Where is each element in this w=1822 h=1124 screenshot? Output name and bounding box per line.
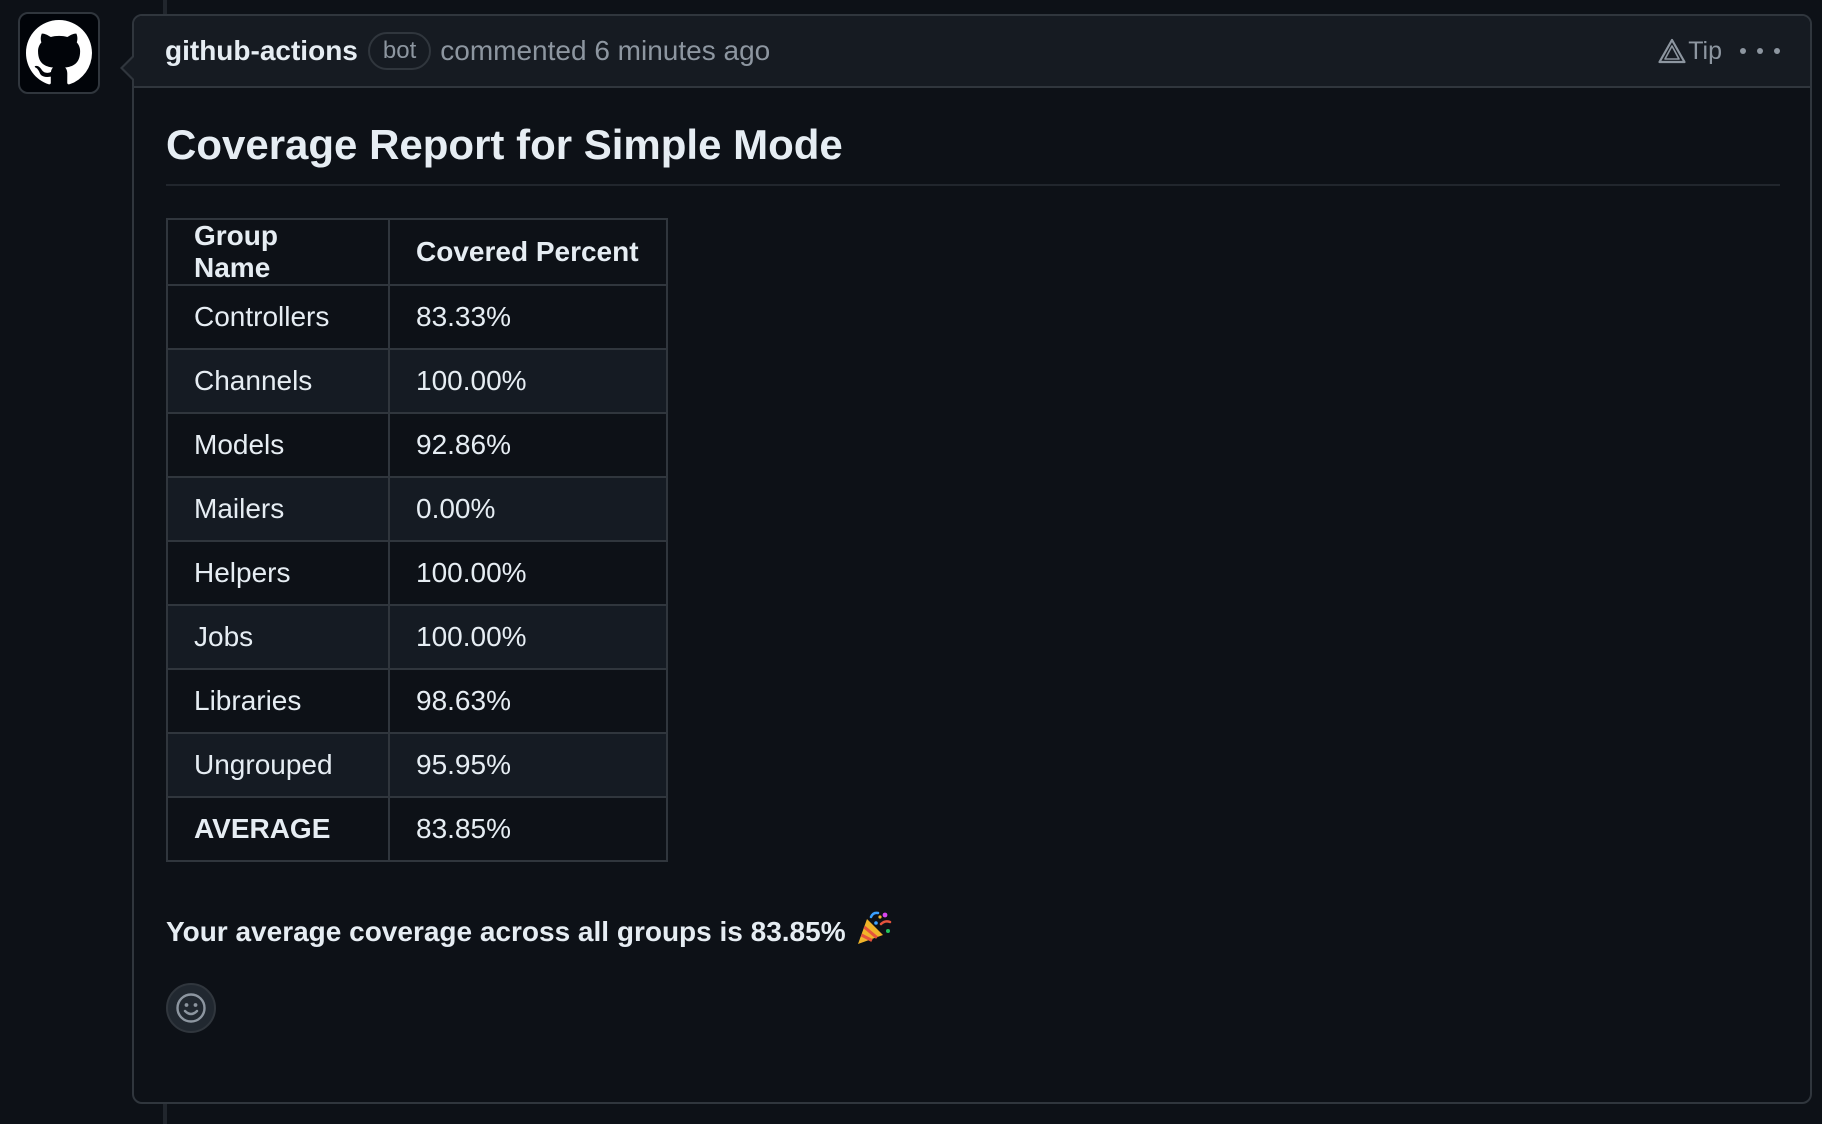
table-row: Controllers 83.33% — [166, 284, 668, 351]
covered-percent-cell: 83.33% — [388, 284, 668, 351]
tip-button[interactable]: Tip — [1658, 37, 1722, 66]
covered-percent-cell: 92.86% — [388, 412, 668, 479]
covered-percent-cell: 83.85% — [388, 796, 668, 863]
table-row: Ungrouped 95.95% — [166, 732, 668, 799]
group-name-cell: Ungrouped — [166, 732, 390, 799]
covered-percent-cell: 100.00% — [388, 604, 668, 671]
group-name-cell: Helpers — [166, 540, 390, 607]
header-actions: Tip — [1658, 37, 1780, 66]
table-row: Helpers 100.00% — [166, 540, 668, 607]
add-reaction-button[interactable] — [166, 983, 216, 1034]
table-row: Models 92.86% — [166, 412, 668, 479]
smiley-icon — [176, 993, 206, 1023]
kebab-dot — [1740, 48, 1746, 54]
table-row: Channels 100.00% — [166, 348, 668, 415]
summary-text: Your average coverage across all groups … — [166, 915, 846, 947]
group-name-cell: Controllers — [166, 284, 390, 351]
tip-label: Tip — [1688, 36, 1722, 65]
table-row: Jobs 100.00% — [166, 604, 668, 671]
comment-timestamp[interactable]: commented 6 minutes ago — [440, 35, 770, 67]
group-name-cell: Libraries — [166, 668, 390, 735]
covered-percent-cell: 0.00% — [388, 476, 668, 543]
table-header-row: Group Name Covered Percent — [166, 218, 668, 287]
group-name-cell: Channels — [166, 348, 390, 415]
group-name-cell: Models — [166, 412, 390, 479]
covered-percent-cell: 100.00% — [388, 540, 668, 607]
covered-percent-cell: 100.00% — [388, 348, 668, 415]
summary-line: Your average coverage across all groups … — [166, 910, 1780, 953]
author-link[interactable]: github-actions — [165, 35, 358, 67]
alert-triangle-icon — [1658, 38, 1686, 64]
report-title: Coverage Report for Simple Mode — [166, 121, 1780, 187]
comment-box: github-actions bot commented 6 minutes a… — [120, 14, 1812, 1104]
kebab-dot — [1774, 48, 1780, 54]
bot-badge: bot — [367, 32, 432, 70]
covered-percent-cell: 95.95% — [388, 732, 668, 799]
avatar[interactable] — [18, 12, 100, 94]
party-popper-icon — [854, 910, 892, 953]
comment-body: Coverage Report for Simple Mode Group Na… — [134, 88, 1810, 1034]
table-row: Mailers 0.00% — [166, 476, 668, 543]
group-name-cell: AVERAGE — [166, 796, 390, 863]
comment-caret-fill — [123, 56, 135, 80]
comment-header: github-actions bot commented 6 minutes a… — [134, 16, 1810, 88]
coverage-table: Group Name Covered Percent Controllers 8… — [166, 218, 668, 863]
group-name-cell: Mailers — [166, 476, 390, 543]
column-header-group-name: Group Name — [166, 218, 390, 287]
more-options-button[interactable] — [1740, 41, 1780, 61]
covered-percent-cell: 98.63% — [388, 668, 668, 735]
group-name-cell: Jobs — [166, 604, 390, 671]
table-row-average: AVERAGE 83.85% — [166, 796, 668, 863]
table-row: Libraries 98.63% — [166, 668, 668, 735]
kebab-dot — [1757, 48, 1763, 54]
column-header-covered-percent: Covered Percent — [388, 218, 668, 287]
github-octocat-icon — [26, 20, 92, 85]
